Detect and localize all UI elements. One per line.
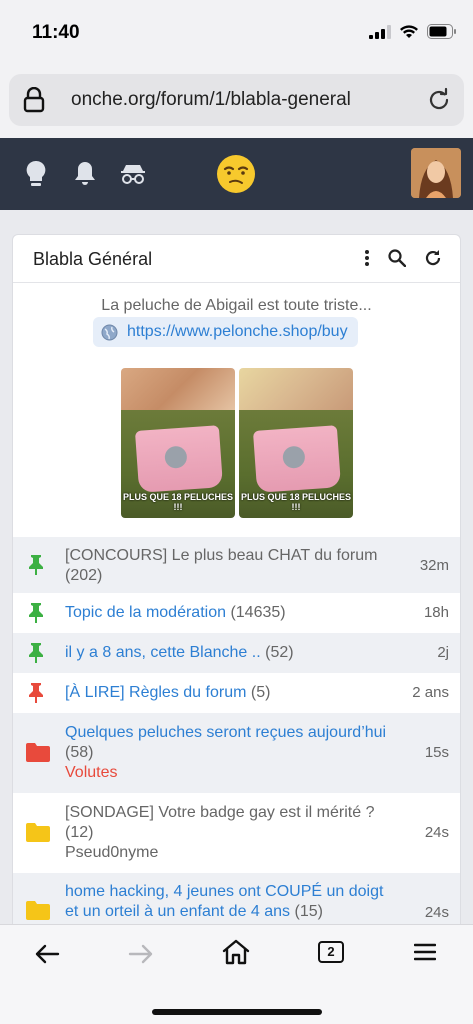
address-bar[interactable]: onche.org/forum/1/blabla-general: [9, 74, 464, 126]
topic-title[interactable]: [CONCOURS] Le plus beau CHAT du forum: [65, 547, 377, 564]
promo-link[interactable]: https://www.pelonche.shop/buy: [93, 317, 358, 347]
tabs-button[interactable]: 2: [318, 941, 344, 963]
folder-yellow-icon: [26, 901, 50, 920]
menu-icon[interactable]: [414, 943, 436, 961]
folder-red-icon: [26, 743, 50, 762]
topic-row[interactable]: Quelques peluches seront reçues aujourd’…: [13, 713, 460, 793]
status-time: 11:40: [32, 22, 80, 43]
topic-time: 24s: [424, 904, 449, 921]
topic-time: 2j: [437, 644, 449, 661]
user-avatar[interactable]: [411, 148, 461, 198]
topic-row[interactable]: [À LIRE] Règles du forum (5) 2 ans: [13, 673, 460, 713]
home-indicator: [152, 1009, 322, 1015]
cellular-signal-icon: [369, 24, 391, 39]
folder-yellow-icon: [26, 823, 50, 842]
topic-row[interactable]: [SONDAGE] Votre badge gay est il mérité …: [13, 793, 460, 873]
topic-time: 2 ans: [412, 684, 449, 701]
forum-card-header: Blabla Général: [13, 235, 460, 283]
home-icon[interactable]: [222, 939, 250, 965]
topic-title[interactable]: [SONDAGE] Votre badge gay est il mérité …: [65, 804, 374, 821]
topic-count: (12): [65, 824, 94, 841]
forum-title: Blabla Général: [33, 249, 153, 269]
topic-row[interactable]: Topic de la modération (14635) 18h: [13, 593, 460, 633]
topic-author[interactable]: Pseud0nyme: [65, 843, 395, 863]
ad-caption-right: PLUS QUE 18 PELUCHES !!!: [240, 492, 352, 512]
ad-caption-left: PLUS QUE 18 PELUCHES !!!: [122, 492, 234, 512]
topic-time: 24s: [424, 824, 449, 841]
status-bar: 11:40: [0, 0, 473, 62]
ad-image-left[interactable]: PLUS QUE 18 PELUCHES !!!: [121, 368, 235, 518]
bell-icon[interactable]: [74, 160, 96, 186]
pin-green-icon: [29, 555, 43, 575]
topic-count: (202): [65, 567, 103, 584]
more-options-icon[interactable]: [364, 249, 370, 267]
reload-icon[interactable]: [426, 87, 452, 113]
url-text[interactable]: onche.org/forum/1/blabla-general: [71, 89, 351, 111]
tab-count: 2: [327, 944, 335, 959]
topic-title[interactable]: [À LIRE] Règles du forum: [65, 684, 246, 701]
topic-title[interactable]: Quelques peluches seront reçues aujourd’…: [65, 724, 386, 741]
pin-green-icon: [29, 603, 43, 623]
topic-time: 32m: [419, 557, 449, 574]
back-arrow-icon[interactable]: [34, 943, 60, 965]
topic-row[interactable]: il y a 8 ans, cette Blanche .. (52) 2j: [13, 633, 460, 673]
search-icon[interactable]: [388, 249, 406, 267]
topic-time: 18h: [423, 604, 449, 621]
topic-count: (15): [294, 903, 323, 920]
promo-text: La peluche de Abigail est toute triste..…: [101, 297, 372, 314]
topic-title[interactable]: Topic de la modération: [65, 604, 226, 621]
lock-icon: [23, 87, 45, 113]
battery-icon: [427, 24, 456, 39]
topic-title[interactable]: il y a 8 ans, cette Blanche ..: [65, 644, 261, 661]
topic-title[interactable]: home hacking, 4 jeunes ont COUPÉ un doig…: [65, 883, 383, 920]
topic-count: (52): [265, 644, 294, 661]
promo-link-text[interactable]: https://www.pelonche.shop/buy: [127, 323, 348, 340]
forward-arrow-icon[interactable]: [128, 943, 154, 965]
browser-toolbar: 2: [0, 924, 473, 1024]
topic-author[interactable]: Volutes: [65, 763, 395, 783]
lightbulb-icon[interactable]: [26, 160, 46, 188]
topic-count: (5): [250, 684, 271, 701]
incognito-icon[interactable]: [120, 162, 146, 186]
pin-green-icon: [29, 643, 43, 663]
refresh-icon[interactable]: [424, 249, 442, 267]
browser-url-area: onche.org/forum/1/blabla-general: [0, 62, 473, 138]
topic-time: 15s: [424, 744, 449, 761]
topic-count: (58): [65, 744, 94, 761]
site-header: [0, 138, 473, 210]
topic-count: (14635): [230, 604, 286, 621]
pin-red-icon: [29, 683, 43, 703]
onche-mascot-logo[interactable]: [216, 154, 256, 194]
globe-icon: [101, 324, 118, 341]
wifi-icon: [400, 25, 418, 38]
ad-image-right[interactable]: PLUS QUE 18 PELUCHES !!!: [239, 368, 353, 518]
forum-card: Blabla Général La peluche de Abigail est…: [12, 234, 461, 934]
status-icons: [369, 24, 457, 39]
topic-row[interactable]: [CONCOURS] Le plus beau CHAT du forum (2…: [13, 537, 460, 593]
